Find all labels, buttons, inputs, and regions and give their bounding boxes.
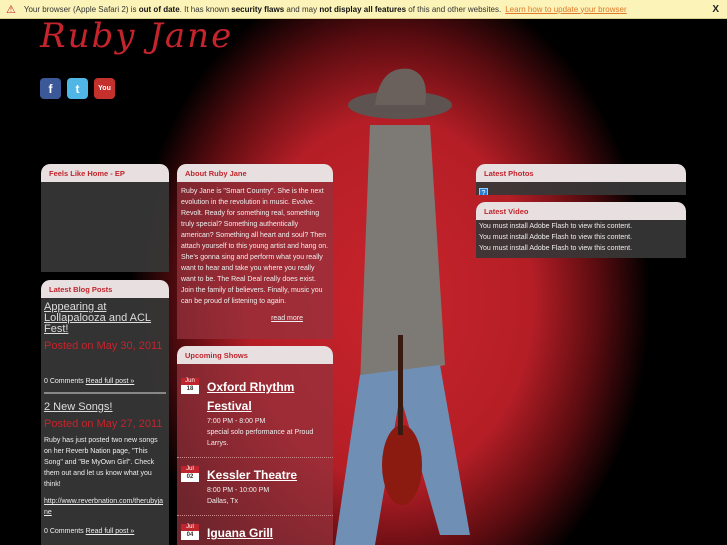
show-name-link[interactable]: Kessler Theatre [207, 468, 297, 482]
video-widget: Latest Video You must install Adobe Flas… [476, 202, 686, 258]
shows-widget: Upcoming Shows Jun 18 Oxford Rhythm Festi… [177, 346, 333, 545]
post-title[interactable]: Appearing at Lollapalooza and ACL Fest! [44, 302, 166, 335]
facebook-icon[interactable]: f [40, 78, 61, 99]
show-item: Jul 04 Iguana Grill [177, 516, 333, 545]
about-title: About Ruby Jane [177, 164, 333, 182]
missing-plugin-icon[interactable]: ? [479, 188, 488, 195]
update-browser-link[interactable]: Learn how to update your browser [505, 5, 626, 14]
comments-count: 0 Comments [44, 378, 84, 385]
show-item: Jun 18 Oxford Rhythm Festival 7:00 PM - 8:… [177, 364, 333, 458]
show-info: Dallas, Tx [207, 498, 238, 505]
twitter-icon[interactable]: t [67, 78, 88, 99]
shows-title: Upcoming Shows [177, 346, 333, 364]
show-time: 8:00 PM - 10:00 PM [207, 487, 270, 494]
read-more-link[interactable]: read more [271, 315, 303, 322]
post-date: Posted on May 30, 2011 [44, 340, 163, 352]
video-title: Latest Video [476, 202, 686, 220]
calendar-icon: Jul 04 [181, 524, 199, 543]
about-widget: About Ruby Jane Ruby Jane is "Smart Coun… [177, 164, 333, 339]
reverbnation-link[interactable]: http://www.reverbnation.com/therubyjane [44, 498, 163, 516]
flash-message: You must install Adobe Flash to view thi… [479, 245, 633, 252]
show-time: 7:00 PM - 8:00 PM [207, 418, 266, 425]
blog-widget: Latest Blog Posts Appearing at Lollapalo… [41, 280, 169, 545]
calendar-icon: Jun 18 [181, 378, 199, 449]
artist-photo [335, 68, 470, 545]
comments-count: 0 Comments [44, 528, 84, 535]
notice-text: Your browser (Apple Safari 2) is out of … [23, 4, 502, 14]
read-full-post-link[interactable]: Read full post » [86, 378, 135, 385]
post-body: Ruby has just posted two new songs on he… [44, 437, 158, 488]
flash-message: You must install Adobe Flash to view thi… [479, 223, 633, 230]
about-text: Ruby Jane is "Smart Country". She is the… [181, 188, 329, 305]
photos-widget: Latest Photos ? [476, 164, 686, 195]
show-item: Jul 02 Kessler Theatre 8:00 PM - 10:00 PM D… [177, 458, 333, 516]
social-links: f t You [40, 78, 115, 99]
photos-title: Latest Photos [476, 164, 686, 182]
post-title[interactable]: 2 New Songs! [44, 402, 166, 413]
post-date: Posted on May 27, 2011 [44, 418, 163, 430]
blog-title: Latest Blog Posts [41, 280, 169, 298]
calendar-icon: Jul 02 [181, 466, 199, 507]
show-name-link[interactable]: Oxford Rhythm Festival [207, 380, 294, 413]
youtube-icon[interactable]: You [94, 78, 115, 99]
read-full-post-link[interactable]: Read full post » [86, 528, 135, 535]
logo[interactable]: Ruby Jane [40, 16, 233, 56]
warning-icon: ⚠ [6, 3, 16, 16]
flash-message: You must install Adobe Flash to view thi… [479, 234, 633, 241]
ep-widget: Feels Like Home - EP [41, 164, 169, 272]
show-name-link[interactable]: Iguana Grill [207, 526, 273, 540]
close-notice-button[interactable]: X [712, 4, 719, 15]
show-info: special solo performance at Proud Larrys… [207, 429, 314, 447]
ep-title: Feels Like Home - EP [41, 164, 169, 182]
